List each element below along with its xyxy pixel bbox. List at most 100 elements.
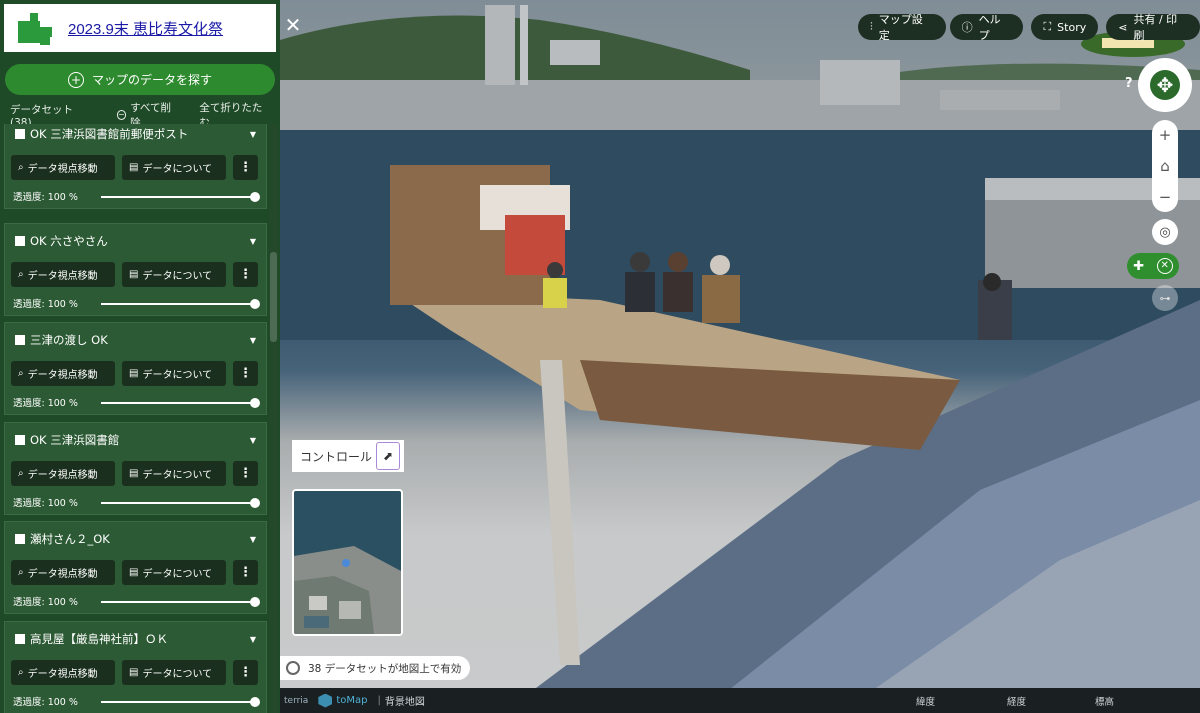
workbench-item: OK 三津浜図書館前郵便ポスト ▼ ⌕ データ視点移動 ▤ データについて ⋮ 透過… (4, 124, 267, 209)
chevron-down-icon[interactable]: ▼ (250, 336, 256, 345)
minimap[interactable] (292, 489, 403, 636)
opacity-slider[interactable] (101, 697, 260, 707)
slider-knob[interactable] (250, 398, 260, 408)
workbench-item: OK 三津浜図書館 ▼ ⌕ データ視点移動 ▤ データについて ⋮ 透過度: 100… (4, 422, 267, 515)
workbench-item-name: OK 三津浜図書館前郵便ポスト (30, 127, 189, 141)
help-circle-icon: ⓘ (961, 21, 973, 34)
share-button[interactable]: ⋖ 共有 / 印刷 (1106, 13, 1200, 42)
zoom-to-data-button[interactable]: ⌕ データ視点移動 (11, 560, 115, 585)
compass-icon[interactable]: ✥ (1150, 70, 1180, 100)
scrollbar-thumb[interactable] (270, 252, 277, 342)
latitude-label: 緯度 (916, 696, 936, 708)
workbench-item-header[interactable]: 瀬村さん２_OK ▼ (15, 530, 256, 548)
story-icon: ⛶ (1043, 20, 1052, 33)
more-vert-icon[interactable]: ⋮ (233, 155, 258, 180)
about-data-button[interactable]: ▤ データについて (122, 660, 226, 685)
compass-control[interactable]: ✥ (1138, 58, 1192, 112)
search-icon: ⌕ (18, 162, 24, 173)
visibility-checkbox[interactable] (15, 129, 25, 139)
measure-tool-icon[interactable]: ⊶ (1152, 285, 1178, 311)
chevron-down-icon[interactable]: ▼ (250, 130, 256, 139)
zoom-to-data-button[interactable]: ⌕ データ視点移動 (11, 262, 115, 287)
workbench-item-header[interactable]: 三津の渡し OK ▼ (15, 331, 256, 349)
locate-icon[interactable]: ◎ (1152, 219, 1178, 245)
controls-label: コントロール (300, 449, 373, 464)
zoom-to-data-button[interactable]: ⌕ データ視点移動 (11, 361, 115, 386)
about-data-button[interactable]: ▤ データについて (122, 262, 226, 287)
expand-icon[interactable]: ⬈ (376, 442, 400, 470)
signal-icon (286, 661, 300, 675)
more-vert-icon[interactable]: ⋮ (233, 361, 258, 386)
opacity-slider[interactable] (101, 398, 260, 408)
close-icon[interactable]: ✕ (282, 14, 304, 36)
home-icon[interactable]: ⌂ (1160, 157, 1170, 175)
longitude-label: 経度 (1007, 696, 1027, 708)
chevron-down-icon[interactable]: ▼ (250, 635, 256, 644)
opacity-slider[interactable] (101, 498, 260, 508)
close-icon[interactable]: ✕ (1156, 258, 1173, 274)
tomap-icon (318, 693, 333, 708)
map-settings-button[interactable]: ⫶ マップ設定 (858, 13, 946, 42)
about-data-button[interactable]: ▤ データについて (122, 155, 226, 180)
search-icon: ⌕ (18, 269, 24, 280)
opacity-label: 透過度: 100 % (13, 299, 78, 310)
about-data-button[interactable]: ▤ データについて (122, 461, 226, 486)
help-button[interactable]: ⓘ ヘルプ (949, 13, 1024, 42)
zoom-to-data-button[interactable]: ⌕ データ視点移動 (11, 660, 115, 685)
slider-knob[interactable] (250, 597, 260, 607)
zoom-to-data-button[interactable]: ⌕ データ視点移動 (11, 461, 115, 486)
basemap-credit[interactable]: 背景地図 (385, 693, 425, 708)
slider-knob[interactable] (250, 192, 260, 202)
sidebar-scrollbar[interactable] (269, 124, 278, 713)
story-button[interactable]: ⛶ Story (1031, 14, 1099, 40)
zoom-out-button[interactable]: − (1159, 188, 1172, 206)
find-data-label: マップのデータを探す (91, 73, 212, 87)
dataset-status-pill[interactable]: 38 データセットが地図上で有効 (280, 656, 470, 680)
workbench-item-header[interactable]: OK 三津浜図書館 ▼ (15, 431, 256, 449)
map-view[interactable]: ✕ ⫶ マップ設定 ⓘ ヘルプ ⛶ Story ⋖ 共有 / 印刷 ? ✥ + … (280, 0, 1200, 713)
opacity-slider[interactable] (101, 597, 260, 607)
zoom-in-button[interactable]: + (1159, 126, 1172, 144)
opacity-label: 透過度: 100 % (13, 597, 78, 608)
visibility-checkbox[interactable] (15, 335, 25, 345)
chevron-down-icon[interactable]: ▼ (250, 535, 256, 544)
pin-tool-pill: ✚ ✕ (1127, 253, 1179, 279)
workbench-item: 瀬村さん２_OK ▼ ⌕ データ視点移動 ▤ データについて ⋮ 透過度: 100 … (4, 521, 267, 614)
opacity-label: 透過度: 100 % (13, 192, 78, 203)
more-vert-icon[interactable]: ⋮ (233, 262, 258, 287)
opacity-label: 透過度: 100 % (13, 398, 78, 409)
about-data-button[interactable]: ▤ データについて (122, 560, 226, 585)
terria-logo[interactable]: terria (284, 696, 308, 706)
about-data-button[interactable]: ▤ データについて (122, 361, 226, 386)
more-vert-icon[interactable]: ⋮ (233, 560, 258, 585)
visibility-checkbox[interactable] (15, 634, 25, 644)
compass-help-mark[interactable]: ? (1125, 76, 1133, 91)
workbench-list: OK 三津浜図書館前郵便ポスト ▼ ⌕ データ視点移動 ▤ データについて ⋮ 透過… (4, 124, 267, 713)
chat-icon: ▤ (129, 468, 139, 479)
visibility-checkbox[interactable] (15, 534, 25, 544)
opacity-slider[interactable] (101, 299, 260, 309)
find-data-button[interactable]: + マップのデータを探す (5, 64, 275, 95)
chevron-down-icon[interactable]: ▼ (250, 237, 256, 246)
more-vert-icon[interactable]: ⋮ (233, 660, 258, 685)
workbench-item-name: 瀬村さん２_OK (30, 532, 110, 546)
workbench-item-header[interactable]: OK 三津浜図書館前郵便ポスト ▼ (15, 125, 256, 143)
footer-bar: terria toMap | 背景地図 緯度 経度 標高 (280, 688, 1200, 713)
chat-icon: ▤ (129, 667, 139, 678)
slider-knob[interactable] (250, 697, 260, 707)
zoom-to-data-button[interactable]: ⌕ データ視点移動 (11, 155, 115, 180)
app-title-link[interactable]: 2023.9末 恵比寿文化祭 (68, 18, 223, 39)
visibility-checkbox[interactable] (15, 236, 25, 246)
zoom-control: + ⌂ − (1152, 120, 1178, 212)
more-vert-icon[interactable]: ⋮ (233, 461, 258, 486)
workbench-item: 高見屋【厳島神社前】ＯＫ ▼ ⌕ データ視点移動 ▤ データについて ⋮ 透過度: … (4, 621, 267, 713)
chevron-down-icon[interactable]: ▼ (250, 436, 256, 445)
workbench-item-header[interactable]: 高見屋【厳島神社前】ＯＫ ▼ (15, 630, 256, 648)
visibility-checkbox[interactable] (15, 435, 25, 445)
pin-icon[interactable]: ✚ (1133, 259, 1144, 274)
opacity-slider[interactable] (101, 192, 260, 202)
slider-knob[interactable] (250, 498, 260, 508)
tomap-logo[interactable]: toMap (318, 693, 367, 708)
slider-knob[interactable] (250, 299, 260, 309)
workbench-item-header[interactable]: OK 六さやさん ▼ (15, 232, 256, 250)
